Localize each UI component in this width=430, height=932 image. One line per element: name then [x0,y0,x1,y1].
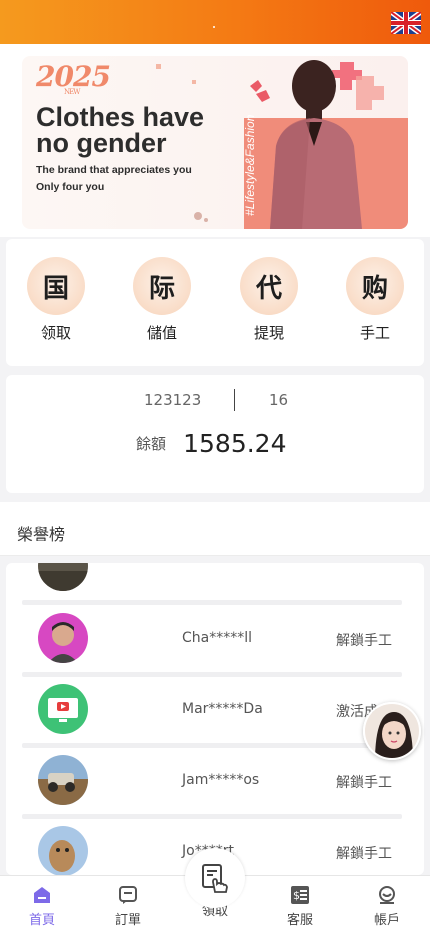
account-level: 16 [269,391,289,409]
orders-icon [119,886,137,904]
quick-withdraw-button[interactable]: 代 提現 [229,257,309,343]
banner-section: 2025 NEW Clothes have no gender The brand… [0,44,430,237]
banner-tag: #Lifestyle&Fashion [243,114,257,216]
avatar [38,826,88,875]
balance-label: 餘額 [136,435,167,453]
account-id: 123123 [144,391,202,409]
tab-label: 首頁 [28,913,55,928]
user-name: Jam*****os [182,772,260,788]
tab-account[interactable]: 帳戶 [357,885,417,928]
support-avatar-button[interactable] [363,702,421,760]
quick-label: 儲值 [146,324,177,342]
leaderboard-list[interactable]: Cha*****ll 解鎖手工 Mar*****Da 激活成 Jam*****o… [6,563,424,875]
balance-value: 1585.24 [183,429,287,458]
list-item[interactable]: Jam*****os 解鎖手工 [22,747,402,819]
account-icon [379,886,395,904]
decor-dots-icon [194,212,208,222]
balance-row: 餘額 1585.24 [136,429,287,458]
deposit-icon: 际 [133,257,191,315]
banner-year: 2025 NEW [36,60,111,96]
model-photo: #Lifestyle&Fashion [243,60,408,229]
quick-claim-button[interactable]: 国 领取 [16,257,96,343]
honor-title: 榮譽榜 [17,525,66,544]
quick-deposit-button[interactable]: 际 儲值 [122,257,202,343]
svg-text:$: $ [293,889,300,902]
banner-subtitle: The brand that appreciates you Only four… [36,164,192,193]
user-action: 解鎖手工 [336,633,392,649]
user-name: Cha*****ll [182,630,253,646]
user-name: Mar*****Da [182,701,263,717]
quick-label: 提現 [253,324,284,342]
avatar [38,613,88,663]
quick-manual-button[interactable]: 购 手工 [335,257,415,343]
list-item[interactable]: Cha*****ll 解鎖手工 [22,605,402,677]
banner-headline: Clothes have no gender [36,102,205,158]
withdraw-icon: 代 [240,257,298,315]
tab-orders[interactable]: 訂單 [98,885,158,928]
avatar [38,755,88,805]
home-icon [34,887,50,903]
uk-flag-icon[interactable] [391,12,421,34]
user-action: 解鎖手工 [336,775,392,791]
claim-fab-button[interactable] [185,848,245,908]
quick-actions: 国 领取 际 儲值 代 提現 购 手工 [6,239,424,366]
tab-label: 帳戶 [373,913,400,928]
user-action: 解鎖手工 [336,846,392,862]
tab-support[interactable]: $ 客服 [270,885,330,928]
decor-squares-icon [156,64,196,84]
avatar [38,684,88,734]
promo-banner[interactable]: 2025 NEW Clothes have no gender The brand… [22,56,408,229]
support-icon: $ [291,886,309,904]
top-bar [0,0,430,44]
tab-label: 客服 [286,913,313,928]
list-item[interactable]: Mar*****Da 激活成 [22,676,402,748]
avatar [38,563,88,591]
tab-home[interactable]: 首頁 [12,885,72,928]
account-summary: 123123 16 餘額 1585.24 [6,375,424,493]
claim-icon: 国 [27,257,85,315]
quick-label: 领取 [40,324,71,342]
divider [234,389,235,411]
status-dot [213,26,215,28]
tap-hand-icon [202,864,228,893]
tab-label: 訂單 [114,913,141,928]
honor-header: 榮譽榜 [0,502,430,556]
manual-icon: 购 [346,257,404,315]
quick-label: 手工 [359,324,390,342]
